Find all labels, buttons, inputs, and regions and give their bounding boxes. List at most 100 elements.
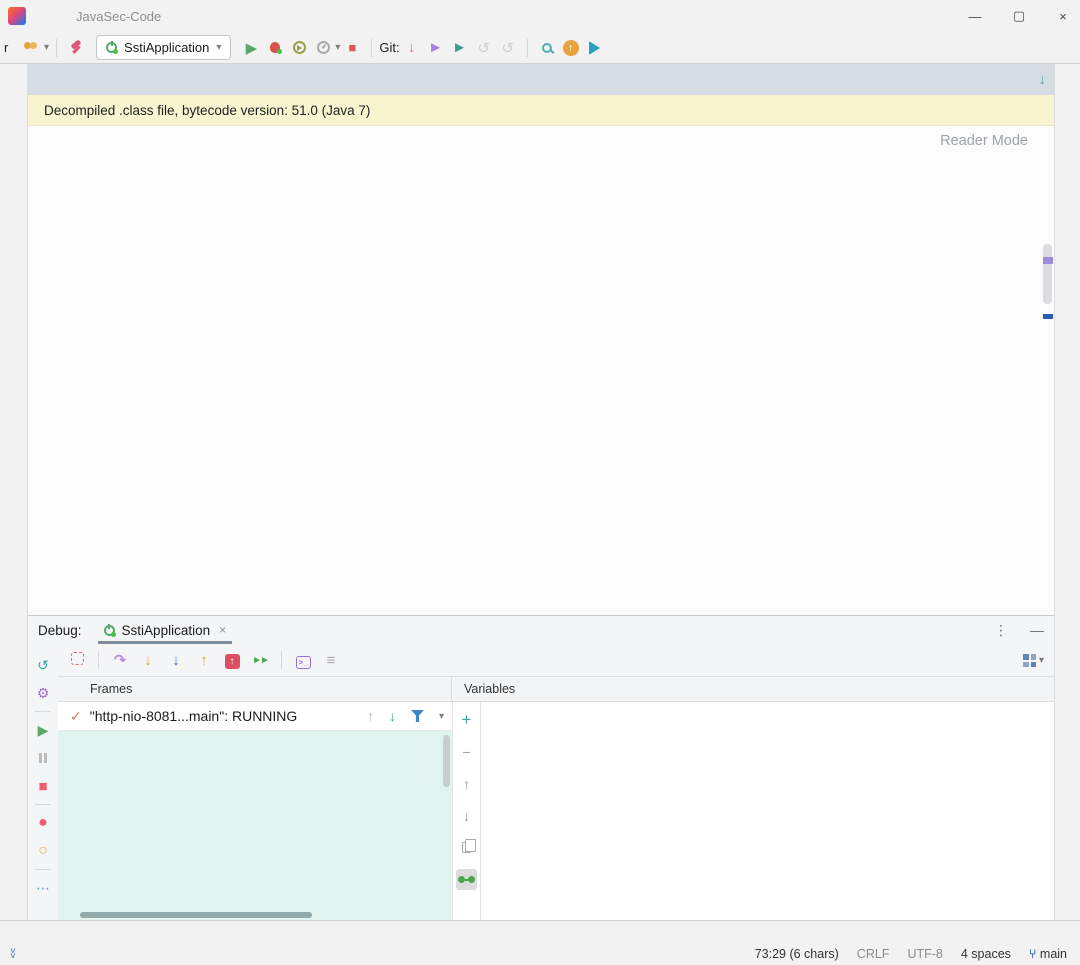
close-session-icon[interactable]: ×: [219, 623, 226, 637]
debug-settings-icon[interactable]: ⚙: [33, 683, 53, 703]
hide-frames-filter-icon[interactable]: [411, 710, 424, 722]
next-frame-icon[interactable]: ↓: [389, 708, 396, 724]
move-watch-down-icon[interactable]: ↓: [456, 805, 477, 826]
git-update-button[interactable]: ↓: [400, 36, 424, 60]
git-toolbar-label: Git:: [379, 40, 399, 55]
debug-options-icon[interactable]: ⋮: [994, 622, 1008, 639]
coverage-button[interactable]: [287, 36, 311, 60]
hidden-tabs-icon[interactable]: ↓: [1031, 64, 1055, 95]
window-title: JavaSec-Code: [76, 9, 161, 24]
run-config-name: SstiApplication: [124, 40, 209, 55]
variables-panel: [481, 702, 1054, 920]
debug-panel-headers: Frames Variables: [58, 676, 1054, 702]
git-rollback-icon[interactable]: ↺: [496, 36, 520, 60]
scrollbar-mark-blue: [1043, 314, 1053, 319]
show-watches-icon[interactable]: [456, 869, 477, 890]
debug-session-name: SstiApplication: [122, 623, 211, 638]
step-out-icon[interactable]: ↑: [191, 652, 217, 669]
stop-session-button[interactable]: ■: [33, 776, 53, 796]
debug-button[interactable]: [263, 36, 287, 60]
reader-mode-label[interactable]: Reader Mode: [940, 133, 1028, 149]
search-everywhere-icon[interactable]: [535, 36, 559, 60]
run-config-app-icon: [106, 42, 117, 53]
scrollbar-mark-purple: [1043, 257, 1053, 264]
run-configuration-select[interactable]: SstiApplication ▾: [96, 35, 231, 60]
updates-available-icon[interactable]: ↑: [559, 36, 583, 60]
drop-frame-icon[interactable]: ↑: [219, 651, 245, 669]
thread-view-options-icon[interactable]: ≡: [318, 652, 344, 669]
step-over-icon[interactable]: ↷: [107, 651, 133, 669]
code-with-me-caret-icon[interactable]: ▾: [44, 42, 49, 53]
decompiled-banner: Decompiled .class file, bytecode version…: [28, 95, 1054, 126]
frames-horizontal-scrollbar[interactable]: [80, 912, 312, 918]
run-config-caret-icon: ▾: [216, 42, 221, 53]
maximize-button[interactable]: ▢: [1012, 8, 1026, 24]
window-controls: — ▢ ×: [968, 8, 1070, 24]
git-branch-widget[interactable]: ⑂ main: [1029, 947, 1067, 961]
stop-button[interactable]: ■: [340, 36, 364, 60]
move-watch-up-icon[interactable]: ↑: [456, 773, 477, 794]
ide-feature-icon[interactable]: [583, 36, 607, 60]
thread-caret-icon[interactable]: ▾: [439, 711, 444, 722]
debug-tool-window: Debug: SstiApplication × ⋮ — ↷: [28, 615, 1054, 920]
ide-window: JavaSec-Code — ▢ × r ▾ SstiApplication ▾…: [0, 0, 1080, 965]
tool-window-bar: [0, 920, 1080, 943]
step-into-icon[interactable]: ↓: [135, 652, 161, 669]
hide-debug-panel-icon[interactable]: —: [1030, 622, 1044, 639]
git-push-button[interactable]: ►: [424, 36, 448, 60]
banner-text: Decompiled .class file, bytecode version…: [44, 103, 370, 118]
git-history-icon[interactable]: ↺: [472, 36, 496, 60]
more-actions-icon[interactable]: ⋯: [33, 878, 53, 898]
spring-boot-run-icon: [104, 625, 115, 636]
thread-selector[interactable]: ✓ "http-nio-8081...main": RUNNING ↑ ↓ ▾: [58, 702, 452, 731]
debug-header: Debug: SstiApplication × ⋮ —: [28, 616, 1054, 644]
mute-breakpoints-icon[interactable]: ○: [33, 841, 53, 861]
intellij-logo-icon: [8, 7, 26, 25]
evaluate-expression-icon[interactable]: >_: [290, 652, 316, 669]
thread-name: "http-nio-8081...main": RUNNING: [90, 708, 298, 724]
breadcrumb-clipped: r: [4, 40, 14, 55]
prev-frame-icon[interactable]: ↑: [367, 708, 374, 724]
left-tool-stripe: [0, 64, 28, 920]
encoding-indicator[interactable]: UTF-8: [907, 947, 942, 961]
frames-vertical-scrollbar[interactable]: [443, 735, 450, 787]
view-breakpoints-icon[interactable]: ●: [33, 813, 53, 833]
restore-layout-icon[interactable]: ˅˅: [10, 949, 16, 959]
pause-button[interactable]: [33, 748, 53, 768]
frames-list: [58, 731, 452, 920]
code-with-me-icon[interactable]: [20, 36, 44, 60]
rerun-button[interactable]: ↺: [33, 655, 53, 675]
debug-toolbar: ↷ ↓ ↓ ↑ ↑ ►► >_ ≡ ▾: [28, 644, 1054, 676]
title-bar: JavaSec-Code — ▢ ×: [0, 0, 1080, 32]
close-button[interactable]: ×: [1056, 9, 1070, 24]
status-bar: ˅˅ 73:29 (6 chars) CRLF UTF-8 4 spaces ⑂…: [0, 943, 1080, 965]
branch-icon: ⑂: [1029, 947, 1037, 961]
frames-panel: ✓ "http-nio-8081...main": RUNNING ↑ ↓ ▾: [58, 702, 452, 920]
debug-session-tab[interactable]: SstiApplication ×: [98, 616, 233, 644]
add-watch-icon[interactable]: +: [456, 709, 477, 730]
variables-header: Variables: [464, 682, 515, 696]
debug-panel-label: Debug:: [38, 623, 82, 638]
line-ending-indicator[interactable]: CRLF: [857, 947, 890, 961]
remove-watch-icon[interactable]: −: [456, 741, 477, 762]
thread-status-icon: ✓: [70, 708, 82, 725]
mute-renderers-icon[interactable]: [64, 652, 90, 669]
editor-scrollbar[interactable]: [1043, 244, 1052, 304]
duplicate-watch-icon[interactable]: [456, 837, 477, 858]
run-button[interactable]: ▶: [239, 36, 263, 60]
git-commit-push-button[interactable]: ►: [448, 36, 472, 60]
force-step-into-icon[interactable]: ↓: [163, 652, 189, 669]
resume-button[interactable]: ▶: [33, 720, 53, 740]
indent-indicator[interactable]: 4 spaces: [961, 947, 1011, 961]
main-toolbar: r ▾ SstiApplication ▾ ▶ ▾ ■ Git: ↓ ► ► ↺…: [0, 32, 1080, 64]
caret-position[interactable]: 73:29 (6 chars): [755, 947, 839, 961]
code-editor[interactable]: Reader Mode: [28, 126, 1054, 615]
minimize-button[interactable]: —: [968, 9, 982, 24]
frames-header: Frames: [90, 682, 132, 696]
editor-tab-strip: ↓: [28, 64, 1054, 95]
layout-settings-icon[interactable]: ▾: [1023, 654, 1044, 667]
run-to-cursor-icon[interactable]: ►►: [247, 655, 273, 666]
profiler-button[interactable]: [311, 36, 335, 60]
right-tool-stripe: [1054, 64, 1080, 920]
build-hammer-icon[interactable]: [64, 36, 88, 60]
